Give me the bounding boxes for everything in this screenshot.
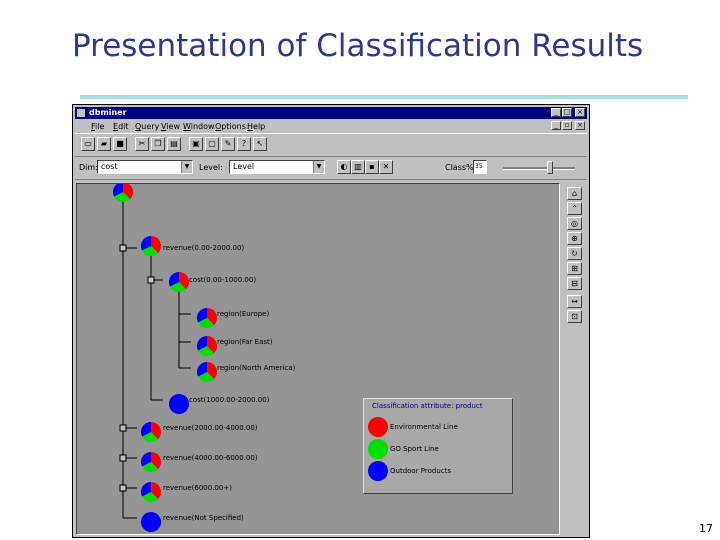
node-label[interactable]: region(North America) [217,364,295,372]
expand-toggle [119,244,127,252]
save-view-icon[interactable]: ▪ [365,160,379,174]
node-label[interactable]: revenue(Not Specified) [163,514,244,522]
maximize-button[interactable]: □ [562,108,572,117]
preview-icon[interactable]: ▢ [205,137,219,151]
title-rule [80,95,688,99]
context-help-icon[interactable]: ↖ [253,137,267,151]
level-label: Level: [199,163,223,172]
open-icon[interactable]: ▰ [97,137,111,151]
up-icon[interactable]: ⌃ [567,202,582,215]
save-icon[interactable]: ■ [113,137,127,151]
dim-select[interactable]: cost ▼ [97,160,193,174]
expand-toggle [119,454,127,462]
close-view-icon[interactable]: ✕ [379,160,393,174]
home-icon[interactable]: ⌂ [567,187,582,200]
menu-query[interactable]: Query [135,122,159,131]
dim-label: Dim: [79,163,98,172]
expand-toggle [119,424,127,432]
node-label[interactable]: revenue(0.00-2000.00) [163,244,244,252]
expand-icon[interactable]: ⊞ [567,262,582,275]
cut-icon[interactable]: ✂ [135,137,149,151]
node-label[interactable]: revenue(2000.00-4000.00) [163,424,258,432]
collapse-icon[interactable]: ⊟ [567,277,582,290]
minimize-button[interactable]: _ [551,108,561,117]
legend-item: Environmental Line [390,423,458,431]
close-button[interactable]: × [575,108,585,117]
class-slider-track[interactable] [503,167,575,170]
new-icon[interactable]: ▭ [81,137,95,151]
class-value: 35 [473,160,487,174]
copy-icon[interactable]: ❐ [151,137,165,151]
class-label: Class% [445,163,474,172]
help-icon[interactable]: ? [237,137,251,151]
dbminer-window: dbminer _ □ × File Edit Query View Windo… [72,104,590,538]
level-value: Level [233,162,255,171]
legend-item: Outdoor Products [390,467,452,475]
window-titlebar[interactable]: dbminer _ □ × [75,107,587,119]
legend-swatches [368,417,388,481]
node-label[interactable]: region(Europe) [217,310,269,318]
dim-value: cost [101,162,118,171]
drill-icon[interactable]: ◎ [567,217,582,230]
chevron-down-icon: ▼ [181,161,192,173]
menubar: File Edit Query View Window Options Help… [75,120,587,132]
classification-canvas: revenue(0.00-2000.00) cost(0.00-1000.00)… [76,183,560,535]
app-icon [77,109,85,117]
menu-window[interactable]: Window [183,122,215,131]
legend-swatch-outdoor [368,461,388,481]
expand-toggle [119,484,127,492]
node-label[interactable]: cost(0.00-1000.00) [189,276,256,284]
page-number: 17 [699,522,713,535]
child-close-button[interactable]: × [575,121,585,130]
zoom-icon[interactable]: ⊕ [567,232,582,245]
move-icon[interactable]: ↔ [567,295,582,308]
chart-type-icon[interactable]: ◐ [337,160,351,174]
node-label[interactable]: region(Far East) [217,338,272,346]
menu-view[interactable]: View [161,122,180,131]
menu-help[interactable]: Help [247,122,265,131]
chart-icon[interactable]: ✎ [221,137,235,151]
paste-icon[interactable]: ▤ [167,137,181,151]
node-label[interactable]: revenue(4000.00-6000.00) [163,454,258,462]
node-label[interactable]: cost(1000.00-2000.00) [189,396,269,404]
expand-toggle [147,276,155,284]
class-slider-thumb[interactable] [547,161,553,174]
legend-swatch-gosport [368,439,388,459]
node-marker [141,512,161,532]
print-icon[interactable]: ▣ [189,137,203,151]
side-toolbar: ⌂ ⌃ ◎ ⊕ ↻ ⊞ ⊟ ↔ ⊡ [565,183,585,535]
menu-options[interactable]: Options [215,122,246,131]
child-restore-button[interactable]: ▫ [562,121,572,130]
chevron-down-icon: ▼ [313,161,324,173]
menu-file[interactable]: File [91,122,104,131]
bar-icon[interactable]: ▥ [351,160,365,174]
slide-title: Presentation of Classification Results [72,28,644,64]
dimension-toolbar: Dim: cost ▼ Level: Level ▼ ◐ ▥ ▪ ✕ Class… [75,157,587,180]
legend-swatch-environmental [368,417,388,437]
fit-icon[interactable]: ⊡ [567,310,582,323]
legend-panel: Classification attribute: product Enviro… [363,398,513,494]
menu-edit[interactable]: Edit [113,122,129,131]
legend-item: GO Sport Line [390,445,439,453]
node-marker [169,394,189,414]
rotate-icon[interactable]: ↻ [567,247,582,260]
node-label[interactable]: revenue(6000.00+) [163,484,232,492]
child-minimize-button[interactable]: _ [551,121,561,130]
level-select[interactable]: Level ▼ [229,160,325,174]
main-toolbar: ▭ ▰ ■ ✂ ❐ ▤ ▣ ▢ ✎ ? ↖ [75,133,587,157]
window-title: dbminer [89,108,127,117]
